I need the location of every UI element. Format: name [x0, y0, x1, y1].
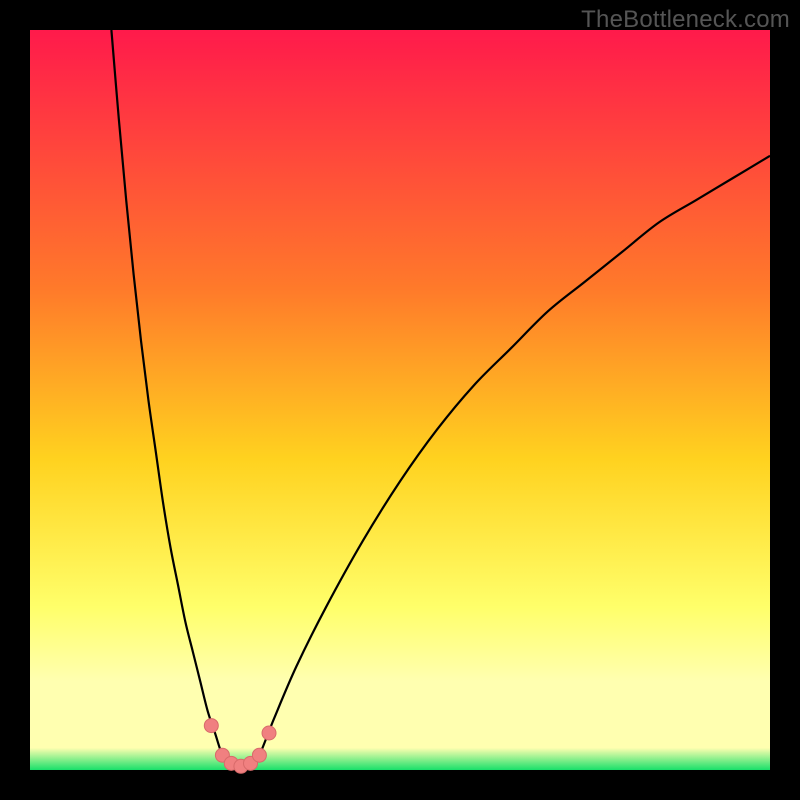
chart-svg — [30, 30, 770, 770]
marker-group — [204, 719, 276, 774]
trough-marker — [252, 748, 266, 762]
bottleneck-curve — [111, 30, 770, 767]
trough-marker — [204, 719, 218, 733]
trough-marker — [262, 726, 276, 740]
watermark-text: TheBottleneck.com — [581, 6, 790, 34]
